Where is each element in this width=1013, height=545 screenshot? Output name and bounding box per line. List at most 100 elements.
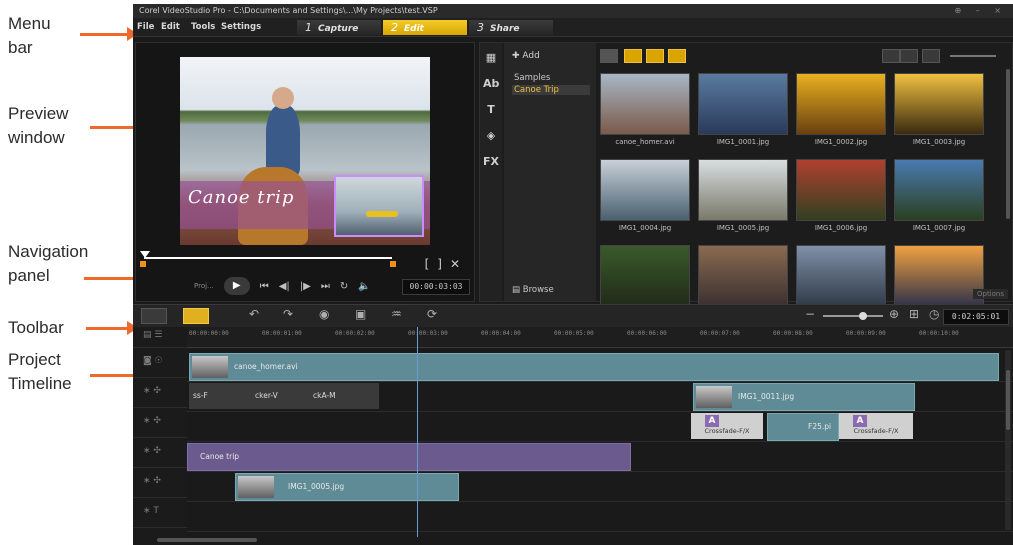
- library-scrollbar[interactable]: [1006, 69, 1010, 219]
- thumbnail-image: [698, 245, 788, 307]
- title-icon[interactable]: T: [483, 103, 499, 117]
- overlay-track-icon[interactable]: ∗ ✣: [143, 416, 161, 426]
- record-capture-icon[interactable]: ◉: [319, 307, 329, 321]
- ruler-tick-label: 00:00:01:00: [262, 330, 302, 337]
- clip-thumbnail: [238, 476, 274, 498]
- overlay-track-icon[interactable]: ∗ ✣: [143, 386, 161, 396]
- menu-settings[interactable]: Settings: [221, 18, 261, 36]
- menu-tools[interactable]: Tools: [191, 18, 215, 36]
- previous-frame-icon[interactable]: ◀|: [279, 281, 290, 292]
- filter-icon[interactable]: FX: [483, 155, 499, 169]
- transition-label: Crossfade-F/X: [853, 427, 899, 435]
- step-tab-capture[interactable]: 1 Capture: [297, 20, 381, 35]
- motion-tracking-icon[interactable]: ⟳: [427, 307, 437, 321]
- transition-clip[interactable]: A Crossfade-F/X: [839, 413, 913, 439]
- timeline-horizontal-scrollbar[interactable]: [157, 538, 257, 542]
- zoom-out-icon[interactable]: −: [805, 307, 815, 321]
- instant-project-icon[interactable]: Ab: [483, 77, 499, 91]
- thumbnail-size-slider[interactable]: [950, 55, 996, 57]
- end-icon[interactable]: ⏭: [321, 281, 330, 292]
- mark-in-handle[interactable]: [140, 261, 146, 267]
- menu-file[interactable]: File: [137, 18, 154, 36]
- scrubber-bar[interactable]: [140, 251, 396, 267]
- clock-icon: ◷: [929, 307, 940, 321]
- overlay-track-icon[interactable]: ∗ ✣: [143, 476, 161, 486]
- home-icon[interactable]: ⏮: [260, 281, 269, 292]
- preview-timecode[interactable]: 00:00:03:03: [402, 279, 470, 295]
- options-button[interactable]: Options: [972, 289, 1008, 299]
- library-thumbnail[interactable]: IMG1_0001.jpg: [698, 73, 788, 147]
- sort-icon[interactable]: [922, 49, 940, 63]
- overlay-clip[interactable]: IMG1_0011.jpg: [693, 383, 915, 411]
- track-header-title: ∗ T: [133, 497, 187, 528]
- library-thumbnail[interactable]: IMG1_0004.jpg: [600, 159, 690, 233]
- folder-canoe-trip[interactable]: Canoe Trip: [512, 85, 590, 95]
- library-thumbnail[interactable]: canoe_homer.avi: [600, 73, 690, 147]
- timeline-playhead[interactable]: [417, 327, 418, 537]
- title-clip[interactable]: Canoe trip: [187, 443, 631, 471]
- zoom-slider[interactable]: [823, 312, 883, 320]
- thumbnail-image: [600, 245, 690, 307]
- library-thumbnail[interactable]: IMG1_0007.jpg: [894, 159, 984, 233]
- show-audio-icon[interactable]: [668, 49, 686, 63]
- show-photo-icon[interactable]: [646, 49, 664, 63]
- video-track-icon[interactable]: ◙ ☉: [143, 356, 163, 366]
- track-header-toolbar: ▤ ☰: [133, 327, 187, 348]
- add-folder-button[interactable]: ✚ Add: [512, 51, 540, 61]
- browse-button[interactable]: ▤ Browse: [512, 285, 554, 295]
- step-label: Share: [490, 24, 520, 34]
- video-clip[interactable]: canoe_homer.avi: [189, 353, 999, 381]
- media-icon[interactable]: ▦: [483, 51, 499, 65]
- overlay-clip-group[interactable]: ss-F cker-V ckA-M: [189, 383, 379, 409]
- thumbnail-image: [796, 159, 886, 221]
- folder-samples[interactable]: Samples: [512, 73, 590, 83]
- fit-project-icon[interactable]: ⊞: [909, 307, 919, 321]
- redo-icon[interactable]: ↷: [283, 307, 293, 321]
- timeline-ruler[interactable]: 00:00:00:00 00:00:01:00 00:00:02:00 00:00:0…: [187, 327, 1013, 348]
- undo-icon[interactable]: ↶: [249, 307, 259, 321]
- thumbnail-image: [796, 245, 886, 307]
- annotation-timeline-line1: Project: [8, 350, 61, 369]
- library-thumbnail[interactable]: IMG1_0006.jpg: [796, 159, 886, 233]
- import-folder-icon[interactable]: [600, 49, 618, 63]
- show-video-icon[interactable]: [624, 49, 642, 63]
- storyboard-view-button[interactable]: [141, 308, 167, 324]
- auto-music-icon[interactable]: ♒: [391, 307, 402, 321]
- title-track-icon[interactable]: ∗ T: [143, 506, 159, 516]
- timeline-view-button[interactable]: [183, 308, 209, 324]
- timeline-vertical-scrollbar[interactable]: [1005, 350, 1011, 530]
- repeat-icon[interactable]: ↻: [340, 281, 348, 292]
- project-label[interactable]: Proj...: [194, 282, 214, 290]
- list-view-icon[interactable]: [882, 49, 900, 63]
- window-controls[interactable]: ⊕ – ×: [955, 4, 1008, 18]
- overlay-track-3: Canoe trip: [187, 441, 1013, 472]
- play-button[interactable]: ▶: [223, 277, 250, 295]
- track-header-overlay-2: ∗ ✣: [133, 407, 187, 438]
- track-header-video: ◙ ☉: [133, 347, 187, 378]
- transition-clip[interactable]: A Crossfade-F/X: [691, 413, 763, 439]
- preview-window[interactable]: Canoe trip: [180, 57, 430, 245]
- graphic-icon[interactable]: ◈: [483, 129, 499, 143]
- track-manager-icon[interactable]: ▤ ☰: [143, 330, 162, 340]
- thumbnail-view-icon[interactable]: [900, 49, 918, 63]
- menu-edit[interactable]: Edit: [161, 18, 180, 36]
- overlay-clip[interactable]: F25.pi: [767, 413, 839, 441]
- mark-out-icon[interactable]: ]: [437, 257, 450, 271]
- scrubber-knob[interactable]: [140, 251, 150, 258]
- step-tab-share[interactable]: 3 Share: [469, 20, 553, 35]
- clip-thumbnail: [696, 386, 732, 408]
- library-thumbnail[interactable]: IMG1_0002.jpg: [796, 73, 886, 147]
- zoom-in-icon[interactable]: ⊕: [889, 307, 899, 321]
- step-tab-edit[interactable]: 2 Edit: [383, 20, 467, 35]
- library-thumbnail[interactable]: IMG1_0005.jpg: [698, 159, 788, 233]
- volume-icon[interactable]: 🔈: [358, 281, 370, 292]
- overlay-clip[interactable]: IMG1_0005.jpg: [235, 473, 459, 501]
- cut-icon[interactable]: ✕: [450, 257, 468, 271]
- next-frame-icon[interactable]: |▶: [300, 281, 311, 292]
- thumbnail-image: [600, 159, 690, 221]
- sound-mixer-icon[interactable]: ▣: [355, 307, 366, 321]
- library-thumbnail[interactable]: IMG1_0003.jpg: [894, 73, 984, 147]
- mark-out-handle[interactable]: [390, 261, 396, 267]
- mark-in-icon[interactable]: [: [425, 257, 438, 271]
- overlay-track-icon[interactable]: ∗ ✣: [143, 446, 161, 456]
